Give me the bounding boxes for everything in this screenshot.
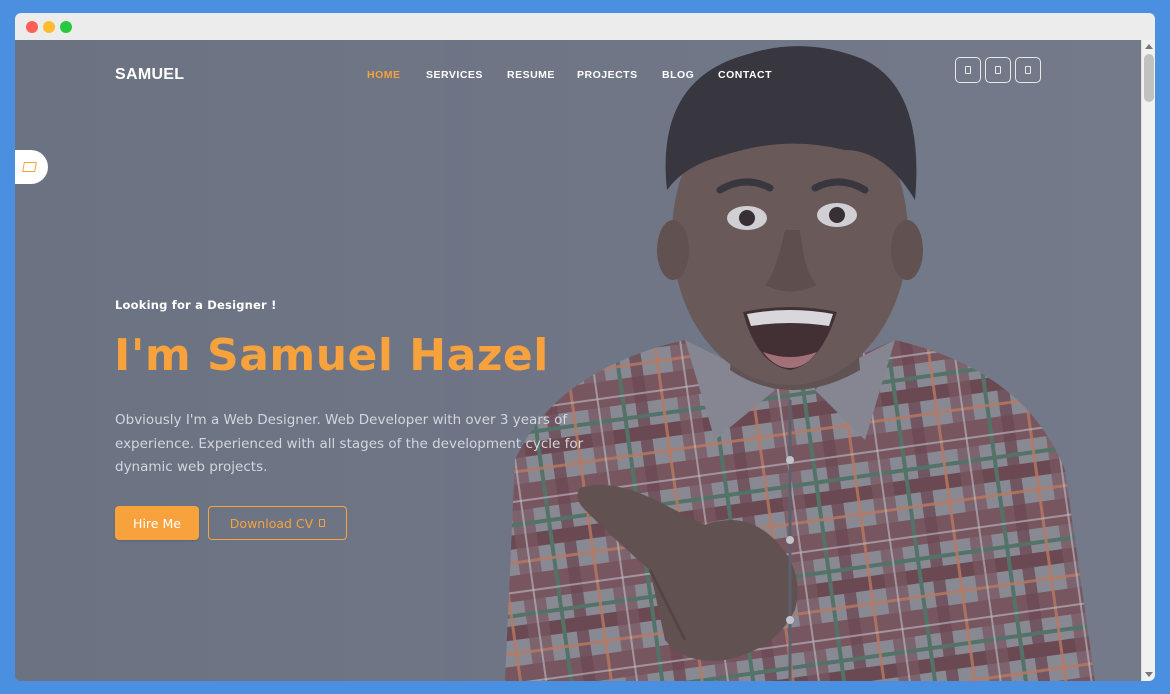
hero-person-image <box>445 40 1141 681</box>
palette-icon <box>22 162 37 172</box>
nav-item-resume[interactable]: RESUME <box>507 69 555 81</box>
maximize-window-button[interactable] <box>60 21 72 33</box>
download-icon <box>319 519 326 527</box>
social-button-3[interactable] <box>1015 57 1041 83</box>
social-icon <box>965 66 971 74</box>
browser-titlebar <box>15 13 1155 40</box>
nav-item-projects[interactable]: PROJECTS <box>577 69 638 81</box>
nav-item-services[interactable]: SERVICES <box>426 69 483 81</box>
download-cv-button[interactable]: Download CV <box>208 506 347 540</box>
scroll-down-arrow[interactable] <box>1145 672 1153 677</box>
hire-me-button[interactable]: Hire Me <box>115 506 199 540</box>
hire-me-label: Hire Me <box>133 515 181 531</box>
site-logo[interactable]: SAMUEL <box>115 66 184 84</box>
browser-window: SAMUEL HOME SERVICES RESUME PROJECTS BLO… <box>15 13 1155 681</box>
minimize-window-button[interactable] <box>43 21 55 33</box>
social-button-1[interactable] <box>955 57 981 83</box>
scroll-up-arrow[interactable] <box>1145 44 1153 49</box>
hero-description: Obviously I'm a Web Designer. Web Develo… <box>115 412 584 475</box>
vertical-scrollbar[interactable] <box>1141 40 1155 681</box>
nav-item-blog[interactable]: BLOG <box>662 69 694 81</box>
social-icon <box>1025 66 1031 74</box>
nav-item-contact[interactable]: CONTACT <box>718 69 772 81</box>
social-icon <box>995 66 1001 74</box>
close-window-button[interactable] <box>26 21 38 33</box>
page-viewport: SAMUEL HOME SERVICES RESUME PROJECTS BLO… <box>15 40 1141 681</box>
hero-headline: I'm Samuel Hazel <box>114 330 549 381</box>
hero-subtitle: Looking for a Designer ! <box>115 298 277 312</box>
side-settings-tab[interactable] <box>15 150 48 184</box>
scroll-thumb[interactable] <box>1144 54 1154 102</box>
nav-item-home[interactable]: HOME <box>367 69 401 81</box>
download-cv-label: Download CV <box>229 515 314 531</box>
social-button-2[interactable] <box>985 57 1011 83</box>
